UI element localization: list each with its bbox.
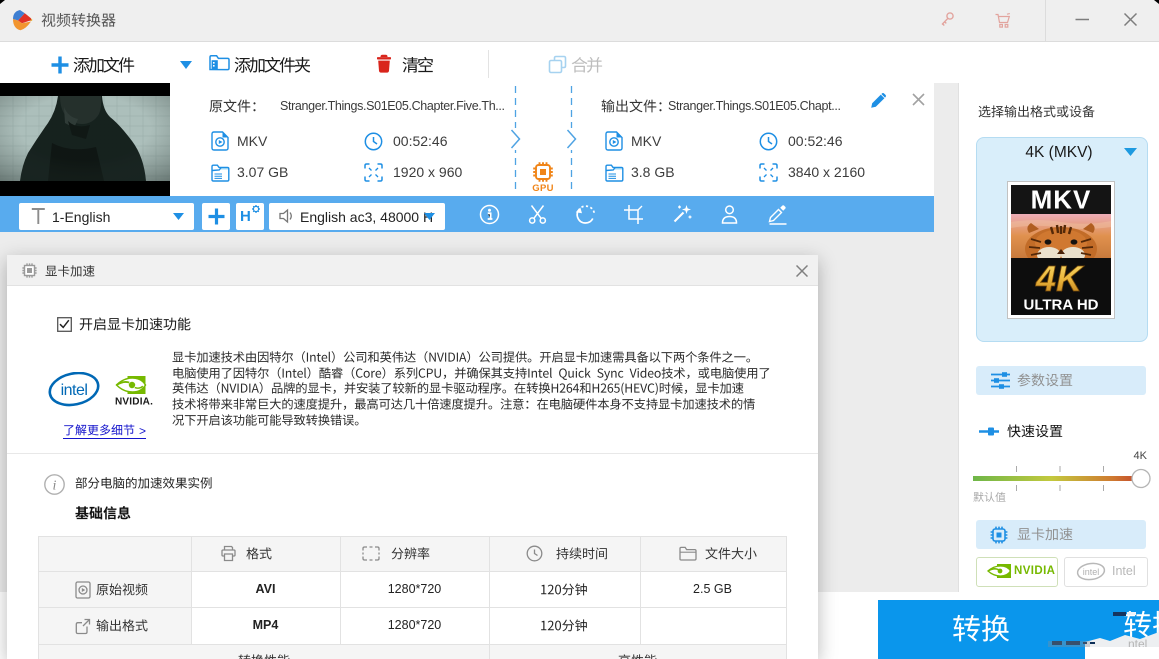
svg-text:intel: intel [61,382,88,399]
svg-text:4K: 4K [1035,258,1085,299]
svg-text:NVIDIA.: NVIDIA. [115,397,153,408]
svg-text:ULTRA HD: ULTRA HD [1024,297,1099,314]
svg-text:intel: intel [1083,567,1100,577]
svg-text:MKV: MKV [1031,185,1092,215]
svg-text:i: i [53,479,57,494]
